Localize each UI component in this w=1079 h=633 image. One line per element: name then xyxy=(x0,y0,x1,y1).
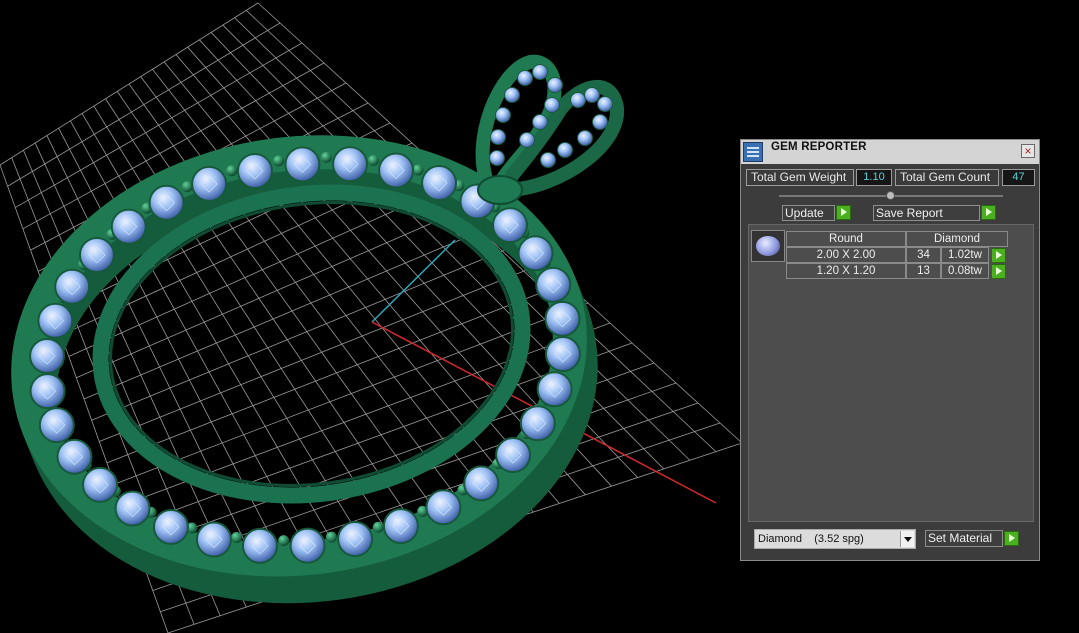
halo-gem xyxy=(37,302,74,339)
halo-gem xyxy=(284,146,321,183)
total-gem-weight-label: Total Gem Weight xyxy=(746,169,854,186)
halo-gem xyxy=(519,405,556,442)
material-select[interactable]: Diamond (3.52 spg) xyxy=(754,529,916,549)
panel-title: GEM REPORTER xyxy=(771,141,867,153)
bail-gem xyxy=(532,64,548,80)
row-1-size: 2.00 X 2.00 xyxy=(786,247,906,263)
halo-gem xyxy=(491,207,528,244)
halo-gem xyxy=(114,490,151,527)
halo-gem xyxy=(495,437,532,474)
bail-connector xyxy=(477,175,523,205)
halo-gem xyxy=(382,508,419,545)
chevron-down-icon[interactable] xyxy=(900,531,914,547)
row-1-count: 34 xyxy=(906,247,941,263)
halo-gem xyxy=(421,165,458,202)
halo-gem xyxy=(78,236,115,273)
halo-gem xyxy=(56,438,93,475)
halo-gem xyxy=(54,268,91,305)
prong xyxy=(278,535,290,547)
halo-gem xyxy=(241,527,278,564)
grid-line xyxy=(106,282,567,464)
total-gem-count-value: 47 xyxy=(1002,169,1035,186)
y-axis-line xyxy=(371,239,456,323)
halo-gem xyxy=(463,465,500,502)
halo-gem xyxy=(110,208,147,245)
row-2-weight: 0.08tw xyxy=(941,263,989,279)
bail-gem xyxy=(540,152,556,168)
bail-gem xyxy=(517,70,533,86)
prong xyxy=(367,154,379,166)
prong xyxy=(320,151,332,163)
save-report-go-icon[interactable] xyxy=(981,205,996,220)
bail-gem xyxy=(504,87,520,103)
prong xyxy=(231,532,243,544)
set-material-button[interactable]: Set Material xyxy=(925,530,1003,547)
halo-gem xyxy=(152,508,189,545)
update-go-icon[interactable] xyxy=(836,205,851,220)
halo-gem xyxy=(332,146,369,183)
column-header-material: Diamond xyxy=(906,231,1008,247)
halo-gem xyxy=(29,337,66,374)
halo-gem xyxy=(535,266,572,303)
halo-gem xyxy=(148,184,185,221)
row-2-count: 13 xyxy=(906,263,941,279)
gem-reporter-app-icon xyxy=(743,142,763,162)
bail-gem xyxy=(489,150,505,166)
gem-list-area: Round Diamond 2.00 X 2.00 34 1.02tw 1.20… xyxy=(748,224,1034,522)
halo-gem xyxy=(517,235,554,272)
row-2-size: 1.20 X 1.20 xyxy=(786,263,906,279)
bail-gem xyxy=(495,107,511,123)
row-2-go-icon[interactable] xyxy=(991,264,1006,279)
set-material-go-icon[interactable] xyxy=(1004,531,1019,546)
prong xyxy=(226,165,238,177)
halo-gem xyxy=(544,300,581,337)
row-1-weight: 1.02tw xyxy=(941,247,989,263)
total-gem-count-label: Total Gem Count xyxy=(895,169,999,186)
bail-gem xyxy=(577,130,593,146)
prong xyxy=(325,531,337,543)
halo-gem xyxy=(38,407,75,444)
update-button[interactable]: Update xyxy=(782,205,835,221)
bail-gem xyxy=(592,114,608,130)
panel-slider-handle[interactable] xyxy=(886,191,895,200)
bail-gem xyxy=(547,77,563,93)
bail-gem xyxy=(544,97,560,113)
halo-gem xyxy=(536,371,573,408)
halo-gem xyxy=(289,527,326,564)
prong xyxy=(273,155,285,167)
halo-gem xyxy=(82,466,119,503)
column-header-shape: Round xyxy=(786,231,906,247)
panel-titlebar[interactable]: GEM REPORTER × xyxy=(741,140,1039,164)
bail-gem xyxy=(570,92,586,108)
round-gem-icon[interactable] xyxy=(751,230,785,262)
save-report-button[interactable]: Save Report xyxy=(873,205,980,221)
bail-gem xyxy=(490,129,506,145)
total-gem-weight-value: 1.10 xyxy=(856,169,892,186)
halo-gem xyxy=(337,521,374,558)
bail-gem xyxy=(532,114,548,130)
halo-gem xyxy=(378,152,415,189)
row-1-go-icon[interactable] xyxy=(991,248,1006,263)
bail-gem xyxy=(584,87,600,103)
close-icon[interactable]: × xyxy=(1021,144,1035,158)
material-select-value: Diamond (3.52 spg) xyxy=(758,533,864,545)
bail-gem xyxy=(519,132,535,148)
halo-gem xyxy=(195,521,232,558)
pendant-bail xyxy=(475,54,624,197)
halo-gem xyxy=(425,489,462,526)
grid-line xyxy=(163,61,534,513)
bail-gem xyxy=(557,142,573,158)
prong xyxy=(372,521,384,533)
halo-gem xyxy=(544,336,581,373)
grid-line xyxy=(91,242,523,421)
halo-gem xyxy=(29,373,66,410)
prong xyxy=(412,164,424,176)
bail-gem xyxy=(597,96,613,112)
gem-reporter-panel: GEM REPORTER × Total Gem Weight 1.10 Tot… xyxy=(740,139,1040,561)
halo-gem xyxy=(236,152,273,189)
halo-gem xyxy=(191,165,228,202)
